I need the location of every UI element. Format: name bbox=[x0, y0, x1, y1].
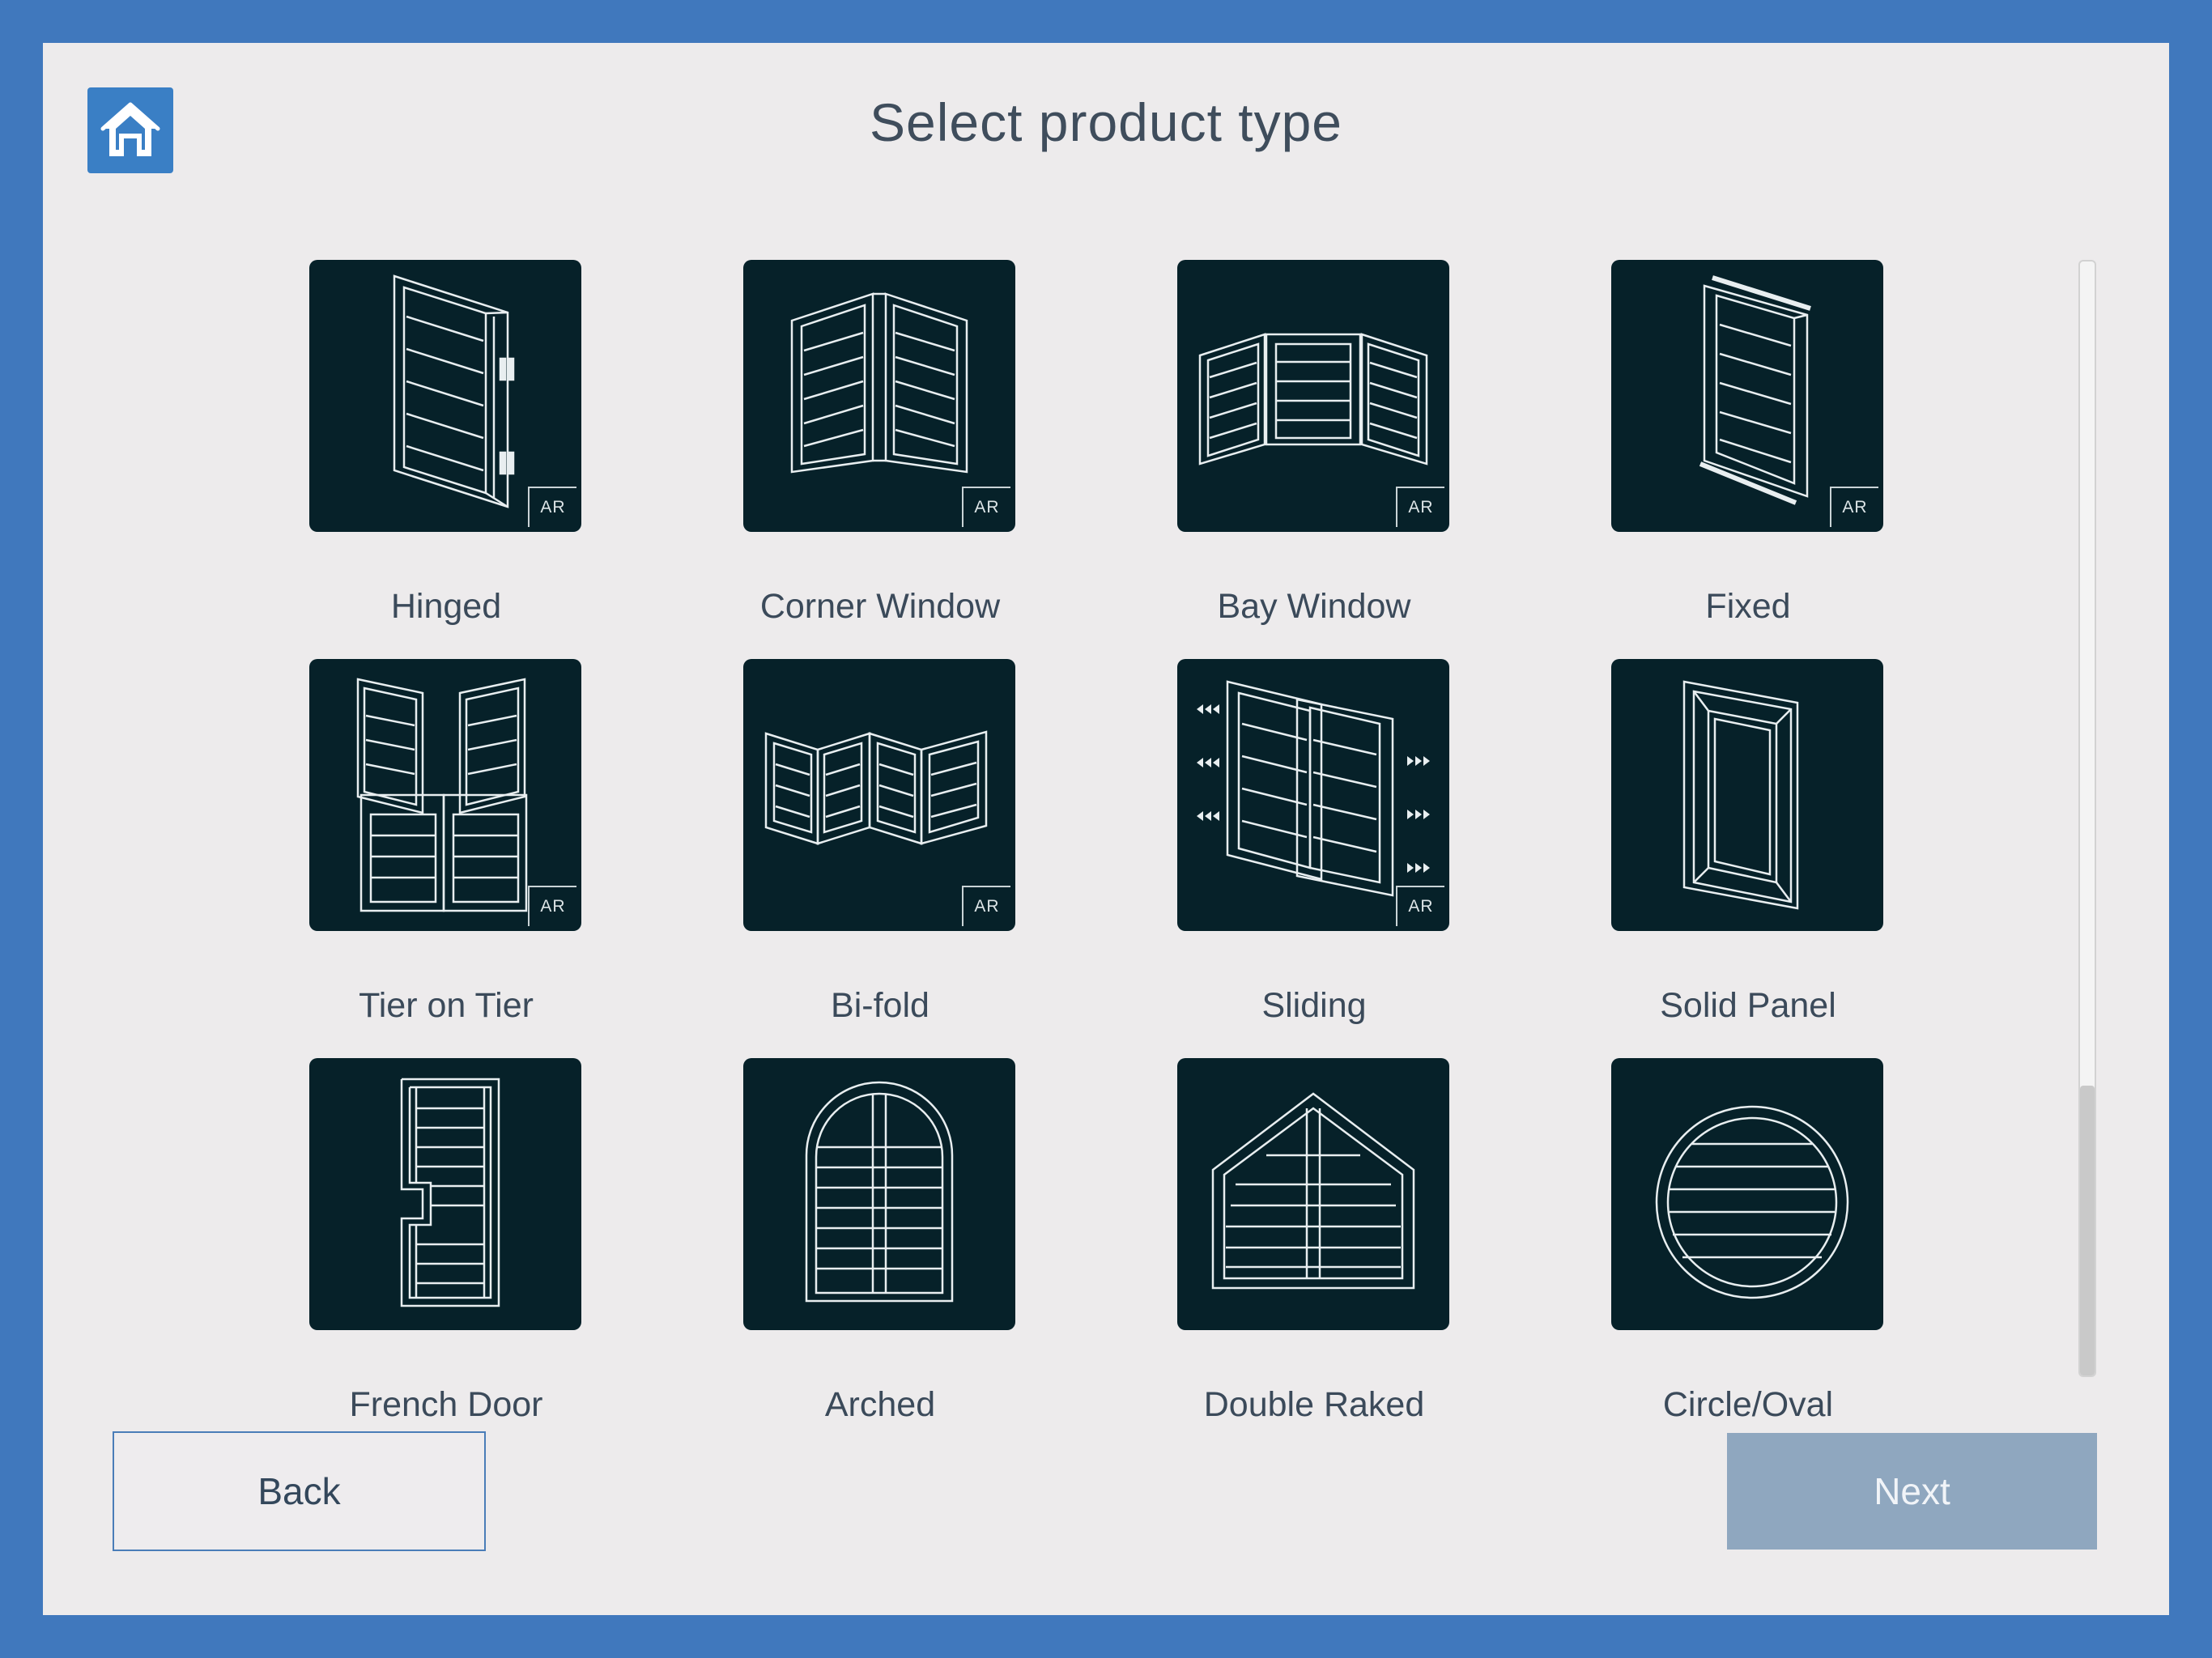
product-label-solid-panel[interactable]: Solid Panel bbox=[1546, 986, 1950, 1026]
product-tile-sliding[interactable]: AR bbox=[1177, 659, 1449, 931]
scrollbar[interactable] bbox=[2078, 260, 2096, 1377]
solid-panel-icon bbox=[1682, 680, 1799, 910]
arched-shutter-icon bbox=[805, 1081, 954, 1303]
ar-badge: AR bbox=[1396, 487, 1444, 527]
product-tile-arched[interactable] bbox=[743, 1058, 1015, 1330]
product-label-bi-fold[interactable]: Bi-fold bbox=[678, 986, 1083, 1026]
product-label-sliding[interactable]: Sliding bbox=[1112, 986, 1516, 1026]
ar-badge: AR bbox=[528, 886, 576, 926]
product-tile-hinged[interactable]: AR bbox=[309, 260, 581, 532]
product-tile-tier-on-tier[interactable]: AR bbox=[309, 659, 581, 931]
product-label-bay-window[interactable]: Bay Window bbox=[1112, 587, 1516, 627]
product-label-double-raked[interactable]: Double Raked bbox=[1112, 1385, 1516, 1425]
circle-oval-shutter-icon bbox=[1655, 1105, 1849, 1299]
product-tile-double-raked[interactable] bbox=[1177, 1058, 1449, 1330]
product-tile-circle-oval[interactable] bbox=[1611, 1058, 1883, 1330]
product-label-fixed[interactable]: Fixed bbox=[1546, 587, 1950, 627]
double-raked-shutter-icon bbox=[1211, 1092, 1415, 1290]
product-label-hinged[interactable]: Hinged bbox=[244, 587, 649, 627]
next-button[interactable]: Next bbox=[1727, 1433, 2097, 1550]
app-screen: Select product type AR Hinged AR Corner … bbox=[43, 43, 2169, 1615]
ar-badge: AR bbox=[1396, 886, 1444, 926]
ar-badge: AR bbox=[962, 886, 1010, 926]
product-label-arched[interactable]: Arched bbox=[678, 1385, 1083, 1425]
product-tile-bi-fold[interactable]: AR bbox=[743, 659, 1015, 931]
french-door-icon bbox=[400, 1078, 500, 1307]
product-label-corner-window[interactable]: Corner Window bbox=[678, 587, 1083, 627]
ar-badge: AR bbox=[528, 487, 576, 527]
product-tile-french-door[interactable] bbox=[309, 1058, 581, 1330]
product-tile-bay-window[interactable]: AR bbox=[1177, 260, 1449, 532]
ar-badge: AR bbox=[962, 487, 1010, 527]
page-title: Select product type bbox=[870, 92, 1342, 152]
scrollbar-thumb[interactable] bbox=[2080, 1086, 2095, 1375]
product-label-circle-oval[interactable]: Circle/Oval bbox=[1546, 1385, 1950, 1425]
product-tile-solid-panel[interactable] bbox=[1611, 659, 1883, 931]
product-tile-corner-window[interactable]: AR bbox=[743, 260, 1015, 532]
ar-badge: AR bbox=[1830, 487, 1878, 527]
product-label-french-door[interactable]: French Door bbox=[244, 1385, 649, 1425]
back-button[interactable]: Back bbox=[113, 1431, 486, 1551]
product-label-tier-on-tier[interactable]: Tier on Tier bbox=[244, 986, 649, 1026]
product-tile-fixed[interactable]: AR bbox=[1611, 260, 1883, 532]
